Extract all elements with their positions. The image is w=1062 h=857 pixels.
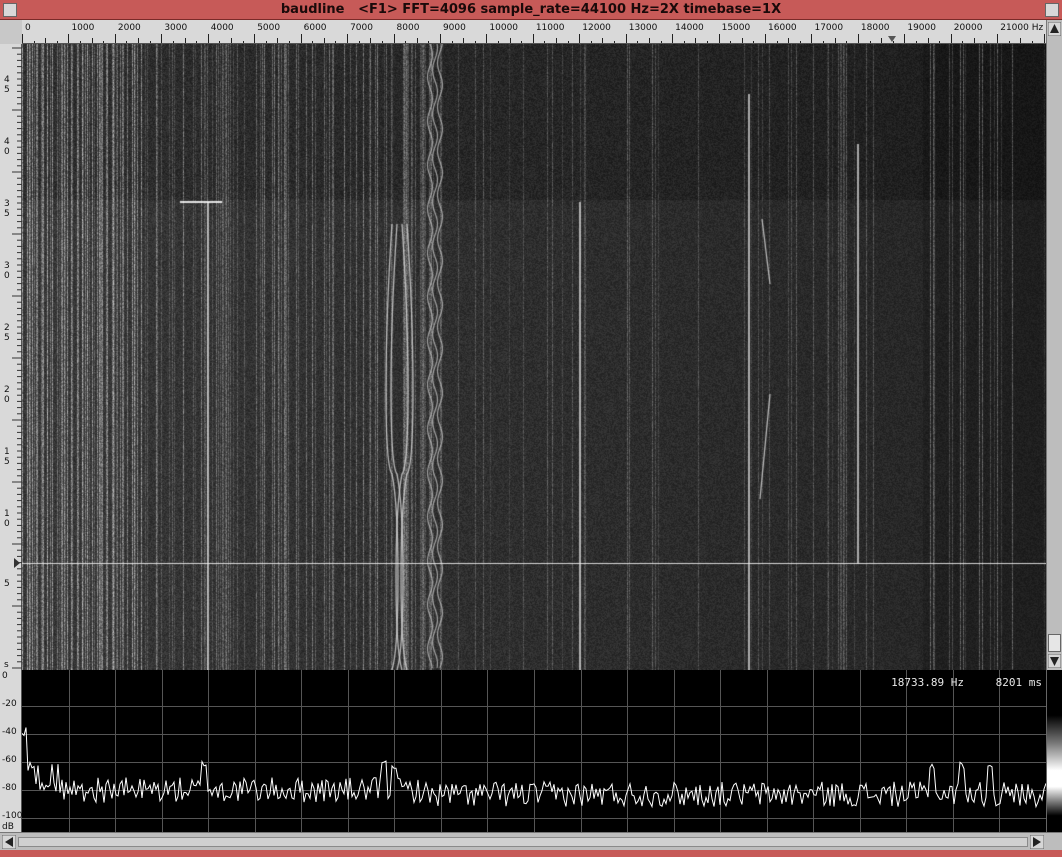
time-tick-label: 3 (4, 199, 10, 209)
spectrum-plot[interactable] (22, 670, 1046, 832)
db-tick-label: -40 (2, 727, 17, 737)
window-title: baudline <F1> FFT=4096 sample_rate=44100… (280, 2, 782, 17)
time-tick-label: 4 (4, 75, 10, 85)
freq-tick-label: 9000 (443, 23, 466, 33)
time-tick-label: 5 (4, 579, 10, 589)
db-tick-label: dB (2, 822, 14, 832)
freq-tick-label: 20000 (954, 23, 983, 33)
vertical-scrollbar[interactable] (1046, 20, 1062, 670)
freq-tick-label: 17000 (814, 23, 843, 33)
time-readout: 8201 ms (995, 676, 1042, 689)
time-tick-label: 1 (4, 447, 10, 457)
freq-tick-label: 8000 (397, 23, 420, 33)
freq-tick-label: 11000 (536, 23, 565, 33)
freq-tick-label: 10000 (489, 23, 518, 33)
time-tick-label: 4 (4, 137, 10, 147)
db-ruler-svg: 0 -20 -40 -60 -80 -100dB (2, 671, 23, 832)
time-tick-label: s (4, 660, 9, 670)
time-tick-label: 1 (4, 509, 10, 519)
frequency-ruler[interactable]: 0 1000 2000 3000 4000 5000 6000 7000 8000 9000 100… (22, 20, 1046, 44)
freq-tick-label: 21000 Hz (1000, 23, 1043, 33)
horizontal-scroll-thumb[interactable] (18, 837, 1028, 847)
vertical-scroll-thumb[interactable] (1048, 634, 1061, 652)
freq-tick-label: 1000 (71, 23, 94, 33)
freq-tick-label: 19000 (907, 23, 936, 33)
arrow-up-icon[interactable] (1048, 22, 1061, 36)
freq-tick-label: 3000 (164, 23, 187, 33)
time-tick-label: 5 (4, 457, 10, 467)
db-tick-label: -20 (2, 699, 17, 709)
window-maximize-button[interactable] (1045, 3, 1059, 17)
frequency-readout: 18733.89 Hz (891, 676, 964, 689)
triangle-marker-icon[interactable] (888, 36, 897, 42)
time-tick-label: 5 (4, 209, 10, 219)
color-aperture-gradient[interactable] (1046, 670, 1062, 832)
freq-tick-label: 14000 (675, 23, 704, 33)
freq-tick-label: 18000 (861, 23, 890, 33)
db-tick-label: -100 (2, 811, 22, 821)
db-tick-label: 0 (2, 671, 8, 681)
db-ruler: 0 -20 -40 -60 -80 -100 dB (0, 670, 23, 832)
freq-tick-label: 13000 (629, 23, 658, 33)
freq-tick-label: 16000 (768, 23, 797, 33)
db-tick-label: -60 (2, 755, 17, 765)
freq-tick-label: 5000 (257, 23, 280, 33)
db-tick-label: -80 (2, 783, 17, 793)
spectrogram-canvas[interactable] (22, 44, 1046, 670)
time-tick-label: 3 (4, 261, 10, 271)
time-tick-label: 0 (4, 519, 10, 529)
time-tick-label: 5 (4, 85, 10, 95)
spectrogram-display[interactable] (22, 44, 1046, 670)
triangle-marker-icon[interactable] (14, 558, 20, 568)
time-tick-label: 2 (4, 385, 10, 395)
time-tick-label: 0 (4, 271, 10, 281)
time-ruler[interactable]: 45403530252015105s (0, 44, 22, 670)
frequency-ruler-svg: 0 1000 2000 3000 4000 5000 6000 7000 8000 9000 100… (22, 23, 1045, 43)
spectrum-display[interactable]: 18733.89 Hz 8201 ms (22, 670, 1046, 832)
time-tick-label: 2 (4, 323, 10, 333)
arrow-down-icon[interactable] (1048, 654, 1061, 668)
arrow-right-icon[interactable] (1030, 835, 1044, 849)
freq-tick-label: 6000 (304, 23, 327, 33)
time-ruler-svg: 45403530252015105s (4, 47, 22, 670)
arrow-left-icon[interactable] (2, 835, 16, 849)
freq-tick-label: 2000 (118, 23, 141, 33)
freq-tick-label: 15000 (722, 23, 751, 33)
time-tick-label: 5 (4, 333, 10, 343)
window-bottom-border (0, 850, 1062, 857)
freq-tick-label: 4000 (211, 23, 234, 33)
time-tick-label: 0 (4, 147, 10, 157)
freq-tick-label: 12000 (582, 23, 611, 33)
title-bar[interactable]: baudline <F1> FFT=4096 sample_rate=44100… (0, 0, 1062, 20)
time-tick-label: 0 (4, 395, 10, 405)
freq-tick-label: 0 (25, 23, 31, 33)
freq-tick-label: 7000 (350, 23, 373, 33)
